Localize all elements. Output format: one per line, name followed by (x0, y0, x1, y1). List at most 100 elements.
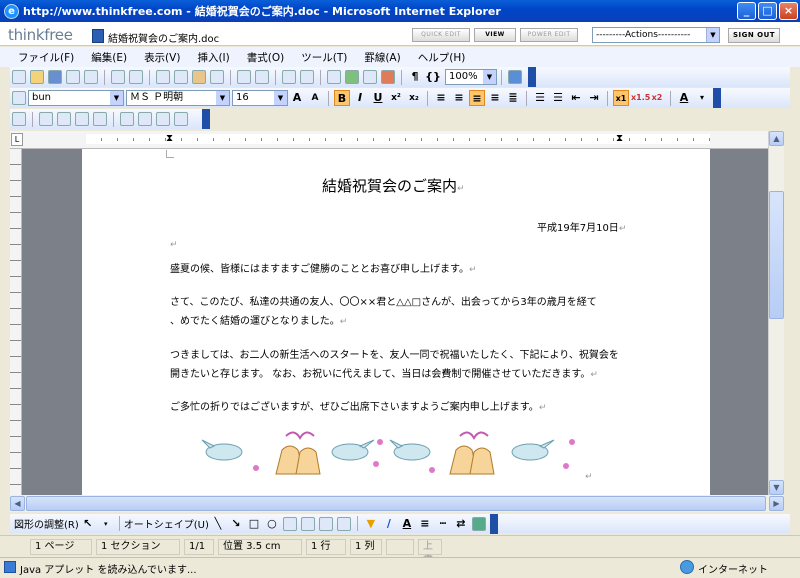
line-icon[interactable]: ╲ (210, 516, 226, 532)
oval-icon[interactable]: ○ (264, 516, 280, 532)
right-indent-marker-icon[interactable]: ⧗ (616, 134, 626, 146)
quick-edit-button[interactable]: QUICK EDIT (412, 28, 470, 42)
font-color-icon[interactable]: A (676, 90, 692, 106)
chevron-down-icon[interactable]: ▾ (694, 90, 710, 106)
save-as-icon[interactable] (66, 70, 80, 84)
new-document-icon[interactable] (12, 70, 26, 84)
insert-row-icon[interactable] (39, 112, 53, 126)
email-icon[interactable] (84, 70, 98, 84)
line-color-icon[interactable]: ∕ (381, 516, 397, 532)
align-center-icon[interactable]: ≡ (469, 90, 485, 106)
shapes-adjust-menu[interactable]: 図形の調整(R) (14, 516, 79, 531)
actions-select[interactable]: ---------Actions---------- ▼ (592, 27, 720, 43)
print-preview-icon[interactable] (129, 70, 143, 84)
delete-row-icon[interactable] (75, 112, 89, 126)
rectangle-icon[interactable]: □ (246, 516, 262, 532)
arrow-icon[interactable]: ↘ (228, 516, 244, 532)
justify-icon[interactable]: ≡ (433, 90, 449, 106)
font-size-select[interactable]: 16 ▼ (232, 90, 288, 106)
view-button[interactable]: VIEW (474, 28, 516, 42)
dash-style-icon[interactable]: ┅ (435, 516, 451, 532)
help-icon[interactable] (508, 70, 522, 84)
align-left-icon[interactable]: ≡ (451, 90, 467, 106)
menu-insert[interactable]: 挿入(I) (197, 50, 229, 65)
format-painter-icon[interactable] (210, 70, 224, 84)
indent-marker-icon[interactable]: ⧗ (166, 134, 176, 146)
numbered-list-icon[interactable]: ☰ (532, 90, 548, 106)
font-select[interactable]: ＭＳ Ｐ明朝 ▼ (126, 90, 230, 106)
line-spacing-15-icon[interactable]: x1.5 (631, 90, 650, 106)
textbox-icon[interactable] (282, 516, 297, 531)
menu-edit[interactable]: 編集(E) (91, 50, 127, 65)
line-style-icon[interactable]: ≡ (417, 516, 433, 532)
minimize-button[interactable]: _ (737, 2, 756, 20)
italic-button[interactable]: I (352, 90, 368, 106)
open-folder-icon[interactable] (30, 70, 44, 84)
scroll-down-icon[interactable]: ▼ (769, 480, 784, 495)
image-icon[interactable] (363, 70, 377, 84)
distribute-columns-icon[interactable] (174, 112, 188, 126)
autoshape-menu[interactable]: オートシェイプ(U) (124, 516, 209, 531)
arrow-style-icon[interactable]: ⇄ (453, 516, 469, 532)
bullet-list-icon[interactable]: ☰ (550, 90, 566, 106)
split-cells-icon[interactable] (138, 112, 152, 126)
field-codes-icon[interactable]: {} (425, 69, 441, 85)
close-button[interactable]: × (779, 2, 798, 20)
scroll-left-icon[interactable]: ◀ (10, 496, 25, 511)
maximize-button[interactable]: □ (758, 2, 777, 20)
tab-stop-icon[interactable]: L (11, 133, 23, 146)
horizontal-scrollbar[interactable]: ◀ ▶ (10, 495, 784, 512)
clipart-icon[interactable] (318, 516, 333, 531)
style-select[interactable]: bun ▼ (28, 90, 124, 106)
delete-column-icon[interactable] (93, 112, 107, 126)
align-right-icon[interactable]: ≡ (487, 90, 503, 106)
clipart-icon[interactable] (381, 70, 395, 84)
bold-button[interactable]: B (334, 90, 350, 106)
increase-indent-icon[interactable]: ⇥ (586, 90, 602, 106)
cut-icon[interactable] (156, 70, 170, 84)
menu-view[interactable]: 表示(V) (144, 50, 180, 65)
menu-tools[interactable]: ツール(T) (301, 50, 347, 65)
distribute-rows-icon[interactable] (156, 112, 170, 126)
superscript-button[interactable]: x² (388, 90, 404, 106)
insert-column-icon[interactable] (57, 112, 71, 126)
line-spacing-1-icon[interactable]: x1 (613, 90, 629, 106)
shrink-font-icon[interactable]: A (307, 90, 323, 106)
menu-format[interactable]: 書式(O) (247, 50, 284, 65)
menu-help[interactable]: ヘルプ(H) (418, 50, 466, 65)
shadow-icon[interactable] (471, 516, 486, 531)
scroll-right-icon[interactable]: ▶ (769, 496, 784, 511)
redo-icon[interactable] (255, 70, 269, 84)
print-icon[interactable] (111, 70, 125, 84)
underline-button[interactable]: U (370, 90, 386, 106)
picture-icon[interactable] (336, 516, 351, 531)
line-spacing-2-icon[interactable]: x2 (649, 90, 665, 106)
menu-table[interactable]: 罫線(A) (364, 50, 400, 65)
hyperlink-icon[interactable] (345, 70, 359, 84)
paste-icon[interactable] (192, 70, 206, 84)
scroll-thumb[interactable] (769, 191, 784, 319)
horizontal-scroll-thumb[interactable] (26, 496, 766, 511)
wordart-icon[interactable] (300, 516, 315, 531)
copy-icon[interactable] (174, 70, 188, 84)
menu-file[interactable]: ファイル(F) (18, 50, 74, 65)
distribute-icon[interactable]: ≣ (505, 90, 521, 106)
table-icon[interactable] (327, 70, 341, 84)
power-edit-button[interactable]: POWER EDIT (520, 28, 578, 42)
table-grid-icon[interactable] (12, 112, 26, 126)
save-icon[interactable] (48, 70, 62, 84)
text-color-icon[interactable]: A (399, 516, 415, 532)
sign-out-button[interactable]: SIGN OUT (728, 28, 780, 43)
subscript-button[interactable]: x₂ (406, 90, 422, 106)
decrease-indent-icon[interactable]: ⇤ (568, 90, 584, 106)
scroll-up-icon[interactable]: ▲ (769, 131, 784, 146)
fill-color-icon[interactable]: ▼ (363, 516, 379, 532)
merge-cells-icon[interactable] (120, 112, 134, 126)
paragraph-marks-icon[interactable]: ¶ (407, 69, 423, 85)
replace-icon[interactable] (300, 70, 314, 84)
vertical-scrollbar[interactable]: ▲ ▼ (768, 131, 784, 495)
zoom-select[interactable]: 100% ▼ (445, 69, 497, 85)
find-icon[interactable] (282, 70, 296, 84)
grow-font-icon[interactable]: A (289, 90, 305, 106)
undo-icon[interactable] (237, 70, 251, 84)
